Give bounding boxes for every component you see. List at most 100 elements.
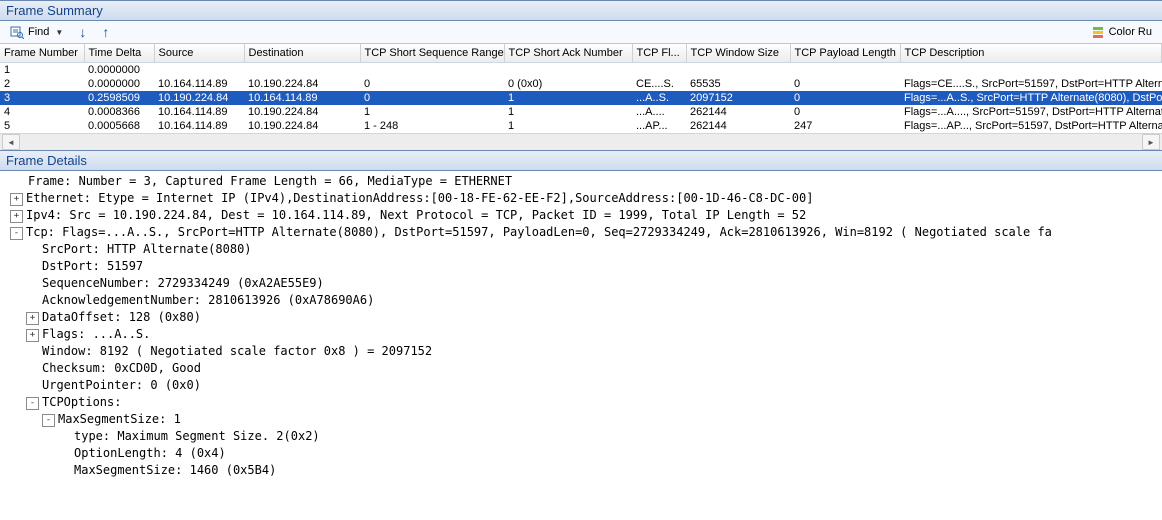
table-cell: 1 - 248	[360, 119, 504, 133]
frame-details-title: Frame Details	[6, 153, 87, 168]
table-row[interactable]: 40.000836610.164.114.8910.190.224.8411..…	[0, 105, 1162, 119]
frame-table-wrap: Frame Number Time Delta Source Destinati…	[0, 44, 1162, 133]
tree-ethernet[interactable]: Ethernet: Etype = Internet IP (IPv4),Des…	[26, 190, 813, 207]
table-cell: 0.0000000	[84, 63, 154, 78]
table-cell	[632, 63, 686, 78]
table-row[interactable]: 10.0000000	[0, 63, 1162, 78]
horizontal-scrollbar[interactable]: ◄ ►	[0, 133, 1162, 150]
table-cell: 10.164.114.89	[154, 77, 244, 91]
expand-icon[interactable]: +	[26, 312, 39, 325]
find-button[interactable]: Find ▼	[4, 23, 69, 41]
table-cell: 0	[790, 105, 900, 119]
table-cell: 1	[0, 63, 84, 78]
table-row[interactable]: 20.000000010.164.114.8910.190.224.8400 (…	[0, 77, 1162, 91]
col-description[interactable]: TCP Description	[900, 44, 1162, 63]
chevron-down-icon: ▼	[53, 28, 63, 37]
tree-ipv4[interactable]: Ipv4: Src = 10.190.224.84, Dest = 10.164…	[26, 207, 806, 224]
table-cell: 1	[504, 105, 632, 119]
table-cell: 247	[790, 119, 900, 133]
table-cell: 10.190.224.84	[244, 105, 360, 119]
table-cell: 0.2598509	[84, 91, 154, 105]
tree-frame[interactable]: Frame: Number = 3, Captured Frame Length…	[28, 173, 512, 190]
table-cell: Flags=CE....S., SrcPort=51597, DstPort=H…	[900, 77, 1162, 91]
col-flags[interactable]: TCP Fl...	[632, 44, 686, 63]
col-short-ack[interactable]: TCP Short Ack Number	[504, 44, 632, 63]
color-rules-label: Color Ru	[1109, 26, 1152, 38]
table-cell: 1	[504, 119, 632, 133]
arrow-up-icon: ↑	[102, 25, 109, 39]
tree-mss-type[interactable]: type: Maximum Segment Size. 2(0x2)	[74, 428, 320, 445]
table-cell: 0	[790, 91, 900, 105]
table-cell: 5	[0, 119, 84, 133]
tree-checksum[interactable]: Checksum: 0xCD0D, Good	[42, 360, 201, 377]
tree-acknum[interactable]: AcknowledgementNumber: 2810613926 (0xA78…	[42, 292, 374, 309]
tree-tcp[interactable]: Tcp: Flags=...A..S., SrcPort=HTTP Altern…	[26, 224, 1052, 241]
table-cell: 262144	[686, 119, 790, 133]
table-cell	[900, 63, 1162, 78]
tree-mss[interactable]: MaxSegmentSize: 1	[58, 411, 181, 428]
table-cell: 4	[0, 105, 84, 119]
summary-toolbar: Find ▼ ↓ ↑ Color Ru	[0, 21, 1162, 44]
table-cell: Flags=...AP..., SrcPort=51597, DstPort=H…	[900, 119, 1162, 133]
table-header-row: Frame Number Time Delta Source Destinati…	[0, 44, 1162, 63]
table-cell	[790, 63, 900, 78]
go-up-button[interactable]: ↑	[96, 23, 115, 41]
tree-mss-val[interactable]: MaxSegmentSize: 1460 (0x5B4)	[74, 462, 276, 479]
table-cell	[154, 63, 244, 78]
table-cell: 0.0008366	[84, 105, 154, 119]
col-frame-number[interactable]: Frame Number	[0, 44, 84, 63]
frame-details-tree[interactable]: Frame: Number = 3, Captured Frame Length…	[0, 171, 1162, 487]
go-down-button[interactable]: ↓	[73, 23, 92, 41]
color-rules-button[interactable]: Color Ru	[1085, 23, 1158, 41]
frame-table[interactable]: Frame Number Time Delta Source Destinati…	[0, 44, 1162, 133]
table-cell	[244, 63, 360, 78]
table-cell	[686, 63, 790, 78]
col-source[interactable]: Source	[154, 44, 244, 63]
col-destination[interactable]: Destination	[244, 44, 360, 63]
col-time-delta[interactable]: Time Delta	[84, 44, 154, 63]
expand-icon[interactable]: +	[10, 193, 23, 206]
table-cell: Flags=...A...., SrcPort=51597, DstPort=H…	[900, 105, 1162, 119]
table-cell: 2	[0, 77, 84, 91]
collapse-icon[interactable]: -	[10, 227, 23, 240]
col-payload[interactable]: TCP Payload Length	[790, 44, 900, 63]
table-cell: CE....S.	[632, 77, 686, 91]
frame-summary-header: Frame Summary	[0, 0, 1162, 21]
col-short-seq[interactable]: TCP Short Sequence Range	[360, 44, 504, 63]
table-cell: 0	[360, 77, 504, 91]
table-cell: 65535	[686, 77, 790, 91]
collapse-icon[interactable]: -	[26, 397, 39, 410]
scroll-right-button[interactable]: ►	[1142, 134, 1160, 150]
find-icon	[10, 25, 24, 39]
expand-icon[interactable]: +	[26, 329, 39, 342]
tree-tcpoptions[interactable]: TCPOptions:	[42, 394, 121, 411]
find-label: Find	[28, 26, 49, 38]
expand-icon[interactable]: +	[10, 210, 23, 223]
table-cell: 10.190.224.84	[244, 77, 360, 91]
table-cell: 10.164.114.89	[154, 105, 244, 119]
table-cell: 0.0000000	[84, 77, 154, 91]
tree-flags[interactable]: Flags: ...A..S.	[42, 326, 150, 343]
tree-urgent[interactable]: UrgentPointer: 0 (0x0)	[42, 377, 201, 394]
table-cell: 10.164.114.89	[244, 91, 360, 105]
table-cell: 1	[504, 91, 632, 105]
color-rules-icon	[1091, 25, 1105, 39]
tree-srcport[interactable]: SrcPort: HTTP Alternate(8080)	[42, 241, 252, 258]
table-cell: 0.0005668	[84, 119, 154, 133]
scroll-left-button[interactable]: ◄	[2, 134, 20, 150]
table-cell: 2097152	[686, 91, 790, 105]
table-cell: 10.190.224.84	[154, 91, 244, 105]
table-cell: 0	[360, 91, 504, 105]
tree-mss-optlen[interactable]: OptionLength: 4 (0x4)	[74, 445, 226, 462]
col-window[interactable]: TCP Window Size	[686, 44, 790, 63]
table-row[interactable]: 30.259850910.190.224.8410.164.114.8901..…	[0, 91, 1162, 105]
tree-dstport[interactable]: DstPort: 51597	[42, 258, 143, 275]
table-cell: 10.164.114.89	[154, 119, 244, 133]
tree-dataoffset[interactable]: DataOffset: 128 (0x80)	[42, 309, 201, 326]
collapse-icon[interactable]: -	[42, 414, 55, 427]
table-cell: 1	[360, 105, 504, 119]
frame-details-header: Frame Details	[0, 150, 1162, 171]
table-row[interactable]: 50.000566810.164.114.8910.190.224.841 - …	[0, 119, 1162, 133]
tree-window[interactable]: Window: 8192 ( Negotiated scale factor 0…	[42, 343, 432, 360]
tree-seqnum[interactable]: SequenceNumber: 2729334249 (0xA2AE55E9)	[42, 275, 324, 292]
